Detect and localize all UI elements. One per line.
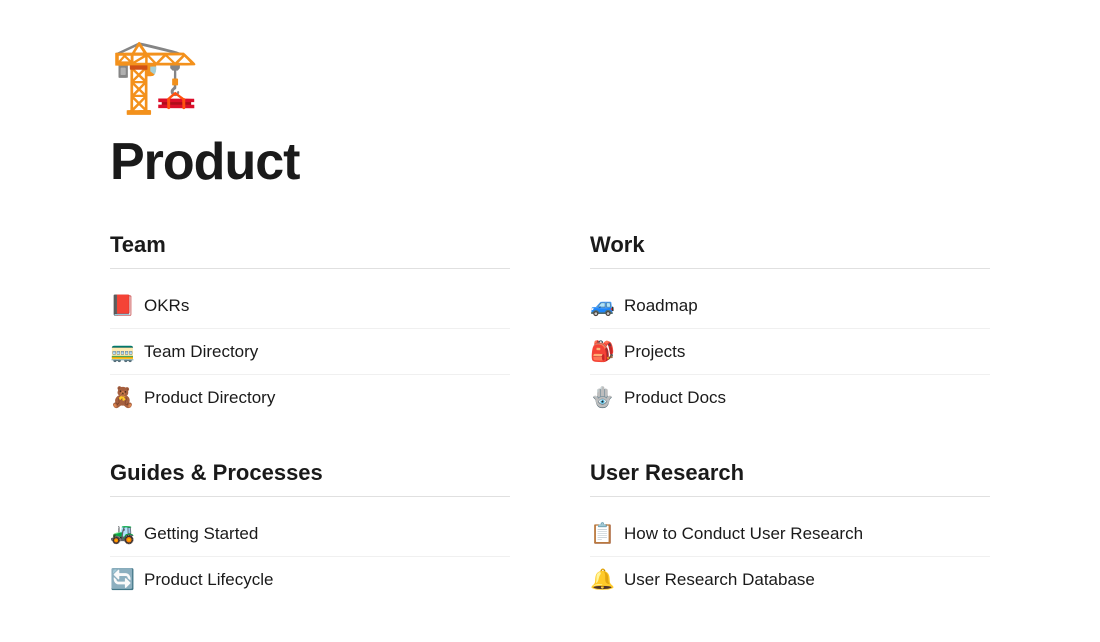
list-item[interactable]: 🚙 Roadmap — [590, 283, 990, 329]
section-guides: Guides & Processes 🚜 Getting Started 🔄 Produ… — [110, 460, 510, 602]
section-user-research: User Research 📋 How to Conduct User Resear… — [590, 460, 990, 602]
list-item[interactable]: 🔔 User Research Database — [590, 557, 990, 602]
section-team: Team 📕 OKRs 🚃 Team Directory 🧸 Product Directo… — [110, 232, 510, 420]
section-items-team: 📕 OKRs 🚃 Team Directory 🧸 Product Directory — [110, 283, 510, 420]
item-emoji-work-1: 🎒 — [590, 339, 614, 364]
item-label-team-1: Team Directory — [144, 342, 258, 362]
item-emoji-user-research-1: 🔔 — [590, 567, 614, 592]
section-title-work: Work — [590, 232, 990, 269]
list-item[interactable]: 🚃 Team Directory — [110, 329, 510, 375]
item-emoji-team-1: 🚃 — [110, 339, 134, 364]
page-title: Product — [110, 132, 990, 192]
section-title-user-research: User Research — [590, 460, 990, 497]
list-item[interactable]: 🪬 Product Docs — [590, 375, 990, 420]
item-label-work-0: Roadmap — [624, 296, 698, 316]
section-title-team: Team — [110, 232, 510, 269]
section-items-user-research: 📋 How to Conduct User Research 🔔 User Resea… — [590, 511, 990, 602]
content-grid: Team 📕 OKRs 🚃 Team Directory 🧸 Product Directo… — [110, 232, 990, 602]
item-label-work-2: Product Docs — [624, 388, 726, 408]
item-label-guides-0: Getting Started — [144, 524, 258, 544]
list-item[interactable]: 📕 OKRs — [110, 283, 510, 329]
list-item[interactable]: 🎒 Projects — [590, 329, 990, 375]
list-item[interactable]: 🧸 Product Directory — [110, 375, 510, 420]
item-label-user-research-1: User Research Database — [624, 570, 815, 590]
item-emoji-team-0: 📕 — [110, 293, 134, 318]
item-emoji-guides-0: 🚜 — [110, 521, 134, 546]
item-emoji-team-2: 🧸 — [110, 385, 134, 410]
list-item[interactable]: 📋 How to Conduct User Research — [590, 511, 990, 557]
section-items-work: 🚙 Roadmap 🎒 Projects 🪬 Product Docs — [590, 283, 990, 420]
section-items-guides: 🚜 Getting Started 🔄 Product Lifecycle — [110, 511, 510, 602]
item-emoji-work-2: 🪬 — [590, 385, 614, 410]
item-label-work-1: Projects — [624, 342, 685, 362]
item-label-user-research-0: How to Conduct User Research — [624, 524, 863, 544]
item-emoji-guides-1: 🔄 — [110, 567, 134, 592]
list-item[interactable]: 🔄 Product Lifecycle — [110, 557, 510, 602]
item-emoji-user-research-0: 📋 — [590, 521, 614, 546]
item-label-team-0: OKRs — [144, 296, 189, 316]
section-work: Work 🚙 Roadmap 🎒 Projects 🪬 Product Docs — [590, 232, 990, 420]
item-label-guides-1: Product Lifecycle — [144, 570, 273, 590]
section-title-guides: Guides & Processes — [110, 460, 510, 497]
list-item[interactable]: 🚜 Getting Started — [110, 511, 510, 557]
page-icon: 🏗️ — [110, 40, 990, 112]
page-container: 🏗️ Product Team 📕 OKRs 🚃 Team Directory 🧸 Prod… — [0, 0, 1100, 642]
item-label-team-2: Product Directory — [144, 388, 275, 408]
item-emoji-work-0: 🚙 — [590, 293, 614, 318]
